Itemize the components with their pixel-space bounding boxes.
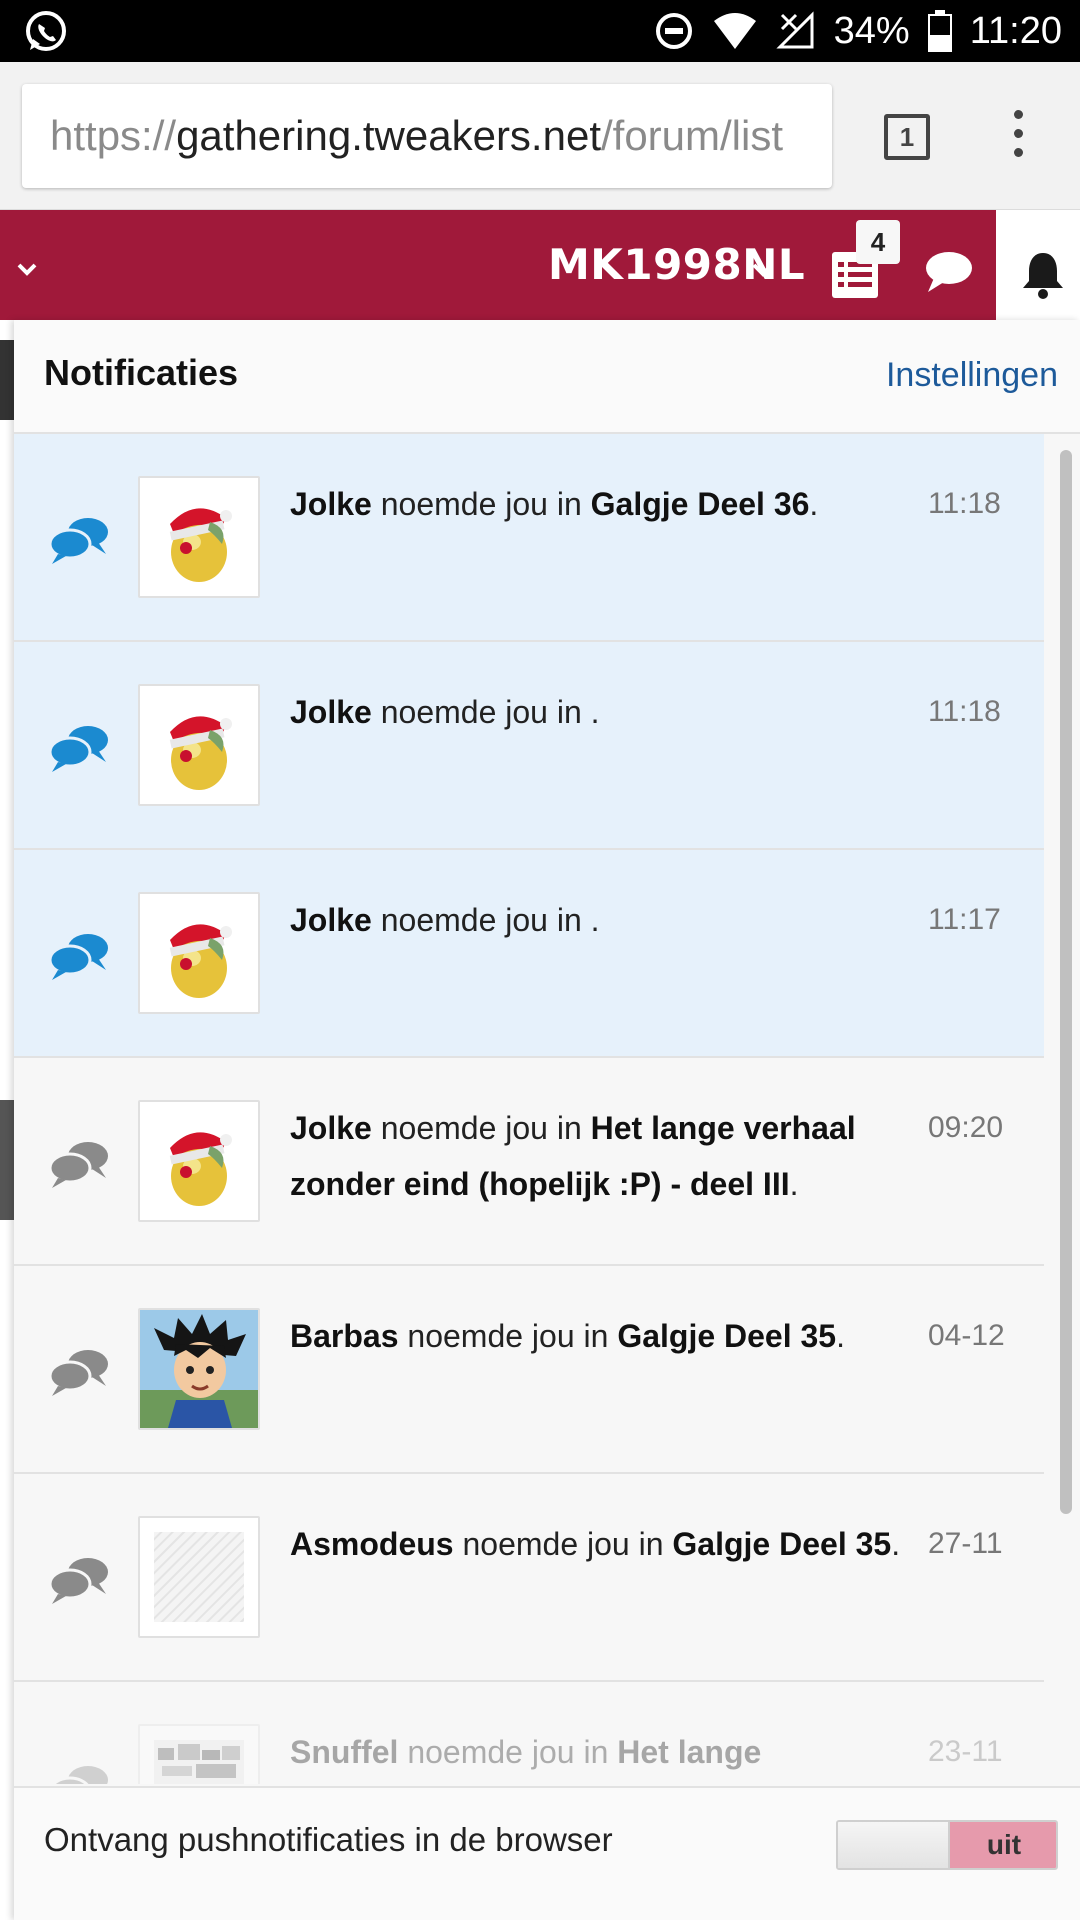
- mention-bubbles-icon: [48, 1350, 108, 1396]
- notifications-dropdown: Notificaties Instellingen Jolke noemde j…: [14, 320, 1080, 1920]
- no-signal-icon: [776, 11, 814, 49]
- mention-bubbles-icon: [48, 1142, 108, 1188]
- notification-verb: noemde jou in: [407, 1318, 609, 1354]
- notification-topic: Galgje Deel 36: [590, 486, 810, 522]
- url-path: /forum/list: [600, 112, 784, 159]
- avatar[interactable]: [138, 892, 260, 1014]
- wifi-icon: [713, 13, 756, 49]
- toggle-state-label: uit: [950, 1822, 1056, 1868]
- notification-verb: noemde jou in: [407, 1734, 609, 1770]
- mention-bubbles-icon: [48, 518, 108, 564]
- santa-bird-avatar: [169, 716, 232, 790]
- notifications-title: Notificaties: [44, 352, 239, 393]
- url-host: gathering.tweakers.net: [176, 112, 601, 159]
- mention-bubbles-icon: [51, 1766, 108, 1784]
- url-scheme: https://: [50, 112, 177, 159]
- notification-time: 11:18: [928, 487, 1001, 520]
- notification-time: 23-11: [928, 1735, 1003, 1768]
- santa-bird-avatar: [169, 924, 232, 998]
- notification-user: Snuffel: [290, 1734, 399, 1770]
- notification-verb: noemde jou in: [462, 1526, 664, 1562]
- scrollbar[interactable]: [1060, 450, 1072, 1514]
- page-fragment: [0, 340, 14, 420]
- anime-boy-avatar: [140, 1310, 258, 1428]
- notification-time: 04-12: [928, 1319, 1005, 1352]
- whatsapp-icon: [26, 11, 66, 51]
- notifications-footer: Ontvang pushnotificaties in de browser u…: [14, 1786, 1080, 1920]
- notification-user: Barbas: [290, 1318, 399, 1354]
- do-not-disturb-icon: [655, 13, 692, 49]
- notification-item[interactable]: Snuffel noemde jou in Het lange 23-11: [14, 1682, 1044, 1784]
- notification-item[interactable]: Asmodeus noemde jou in Galgje Deel 35. 2…: [14, 1474, 1044, 1682]
- avatar[interactable]: [138, 476, 260, 598]
- avatar[interactable]: [138, 1516, 260, 1638]
- news-count-badge: 4: [856, 220, 900, 264]
- avatar[interactable]: [138, 1100, 260, 1222]
- page-fragment: [0, 1100, 14, 1220]
- notifications-list[interactable]: Jolke noemde jou in Galgje Deel 36. 11:1…: [14, 434, 1044, 1784]
- notification-verb: noemde jou in: [380, 902, 582, 938]
- avatar[interactable]: [138, 1308, 260, 1430]
- notification-text: Jolke noemde jou in Galgje Deel 36.: [290, 486, 819, 522]
- notification-item[interactable]: Jolke noemde jou in Galgje Deel 36. 11:1…: [14, 434, 1044, 642]
- notification-time: 11:17: [928, 903, 1001, 936]
- notification-item[interactable]: Jolke noemde jou in Het lange verhaal zo…: [14, 1058, 1044, 1266]
- placeholder-avatar: [154, 1532, 244, 1622]
- notification-user: Jolke: [290, 902, 372, 938]
- santa-bird-avatar: [169, 508, 232, 582]
- mention-bubbles-icon: [48, 1558, 108, 1604]
- notification-time: 09:20: [928, 1111, 1004, 1144]
- pixel-avatar: [154, 1740, 244, 1784]
- notifications-header: Notificaties Instellingen: [14, 320, 1080, 434]
- notification-item[interactable]: Barbas noemde jou in Galgje Deel 35. 04-…: [14, 1266, 1044, 1474]
- mention-bubbles-icon: [48, 934, 108, 980]
- notification-text: Jolke noemde jou in .: [290, 902, 600, 938]
- notification-time: 27-11: [928, 1527, 1003, 1560]
- page-background: [0, 320, 14, 1920]
- overflow-menu-icon[interactable]: [1010, 110, 1026, 166]
- notification-text: Asmodeus noemde jou in Galgje Deel 35.: [290, 1526, 901, 1562]
- notification-text: Jolke noemde jou in .: [290, 694, 600, 730]
- notification-verb: noemde jou in: [380, 1110, 582, 1146]
- url-bar[interactable]: https://gathering.tweakers.net/forum/lis…: [22, 84, 832, 188]
- notification-user: Jolke: [290, 486, 372, 522]
- notification-user: Jolke: [290, 694, 372, 730]
- santa-bird-avatar: [169, 1132, 232, 1206]
- notification-verb: noemde jou in: [380, 486, 582, 522]
- notification-topic: Galgje Deel 35: [672, 1526, 892, 1562]
- push-notifications-toggle[interactable]: uit: [836, 1820, 1058, 1870]
- notification-item[interactable]: Jolke noemde jou in . 11:18: [14, 642, 1044, 850]
- browser-toolbar: https://gathering.tweakers.net/forum/lis…: [0, 62, 1080, 210]
- notification-topic: Galgje Deel 35: [617, 1318, 837, 1354]
- chat-bubble-icon[interactable]: [924, 250, 974, 294]
- push-notifications-label: Ontvang pushnotificaties in de browser: [44, 1821, 613, 1858]
- avatar[interactable]: [138, 1724, 260, 1784]
- mention-bubbles-icon: [48, 726, 108, 772]
- clock: 11:20: [969, 9, 1062, 52]
- chevron-down-icon[interactable]: [16, 258, 38, 280]
- notification-item[interactable]: Jolke noemde jou in . 11:17: [14, 850, 1044, 1058]
- notification-user: Asmodeus: [290, 1526, 454, 1562]
- site-header: MK1998NL: [0, 210, 1080, 320]
- tab-switcher-button[interactable]: 1: [884, 114, 930, 160]
- avatar[interactable]: [138, 684, 260, 806]
- chevron-down-icon[interactable]: [750, 258, 776, 280]
- battery-percentage: 34%: [833, 9, 910, 52]
- battery-icon: [927, 10, 952, 52]
- notification-user: Jolke: [290, 1110, 372, 1146]
- notification-time: 11:18: [928, 695, 1001, 728]
- notification-text: Jolke noemde jou in Het lange verhaal zo…: [290, 1110, 856, 1202]
- settings-link[interactable]: Instellingen: [886, 356, 1058, 395]
- notification-text: Snuffel noemde jou in Het lange: [290, 1724, 930, 1780]
- notification-verb: noemde jou in: [380, 694, 582, 730]
- notification-topic: Het lange: [617, 1734, 762, 1770]
- toggle-knob: [838, 1822, 950, 1868]
- status-bar: 34% 11:20: [0, 0, 1080, 62]
- bell-icon[interactable]: [1020, 250, 1066, 300]
- notification-text: Barbas noemde jou in Galgje Deel 35.: [290, 1318, 845, 1354]
